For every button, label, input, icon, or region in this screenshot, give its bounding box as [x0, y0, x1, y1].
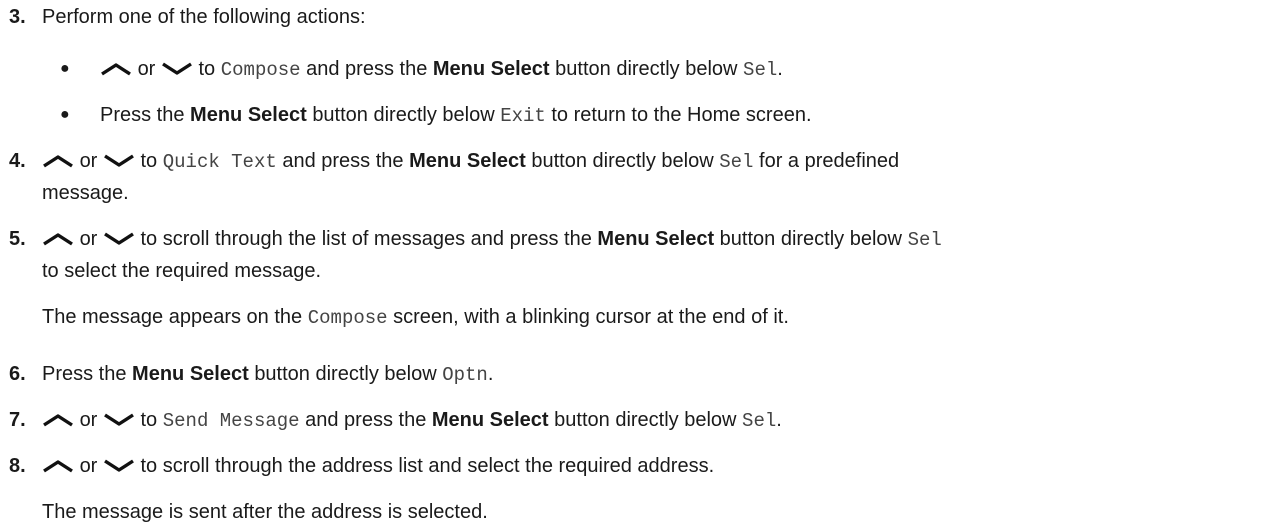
ui-term: Compose — [220, 59, 301, 81]
button-name: Menu Select — [432, 58, 550, 80]
button-name: Menu Select — [431, 409, 549, 431]
ui-term: Quick Text — [162, 151, 277, 173]
step-text: Perform one of the following actions: — [42, 6, 366, 28]
chevron-down-icon — [103, 232, 135, 246]
chevron-up-icon — [42, 413, 74, 427]
step-text: Press the Menu Select button directly be… — [42, 363, 494, 386]
button-name: Menu Select — [190, 104, 307, 126]
step-number: 8. — [9, 455, 26, 477]
ui-term: Send Message — [162, 410, 300, 432]
step-text: or to scroll through the address list an… — [42, 454, 714, 478]
ui-term: Sel — [742, 410, 777, 432]
step-number: 7. — [9, 409, 26, 431]
ui-term: Optn — [442, 364, 488, 386]
bullet-text: Press the Menu Select button directly be… — [100, 104, 812, 127]
chevron-down-icon — [161, 62, 193, 76]
chevron-down-icon — [103, 413, 135, 427]
procedure-document: 3. Perform one of the following actions:… — [0, 0, 1266, 531]
step-note: The message is sent after the address is… — [42, 501, 488, 523]
chevron-up-icon — [42, 459, 74, 473]
chevron-down-icon — [103, 154, 135, 168]
chevron-up-icon — [42, 232, 74, 246]
bullet-text: or to Compose and press the Menu Select … — [100, 57, 783, 82]
step-number: 4. — [9, 150, 26, 172]
button-name: Menu Select — [597, 228, 715, 250]
ui-term: Compose — [307, 307, 388, 329]
step-note: The message appears on the Compose scree… — [42, 306, 789, 329]
chevron-up-icon — [42, 154, 74, 168]
step-text: or to Send Message and press the Menu Se… — [42, 408, 782, 433]
chevron-up-icon — [100, 62, 132, 76]
step-number: 3. — [9, 6, 26, 28]
ui-term: Exit — [500, 105, 546, 127]
bullet-dot: ● — [60, 106, 70, 123]
ui-term: Sel — [743, 59, 778, 81]
step-text: or to Quick Text and press the Menu Sele… — [42, 149, 899, 174]
step-text-continued: to select the required message. — [42, 260, 322, 282]
step-text: or to scroll through the list of message… — [42, 227, 942, 252]
button-name: Menu Select — [132, 363, 249, 385]
chevron-down-icon — [103, 459, 135, 473]
step-number: 5. — [9, 228, 26, 250]
ui-term: Sel — [719, 151, 754, 173]
ui-term: Sel — [907, 229, 942, 251]
bullet-dot: ● — [60, 60, 70, 77]
button-name: Menu Select — [409, 150, 526, 172]
step-text-continued: message. — [42, 182, 129, 204]
step-number: 6. — [9, 363, 26, 385]
